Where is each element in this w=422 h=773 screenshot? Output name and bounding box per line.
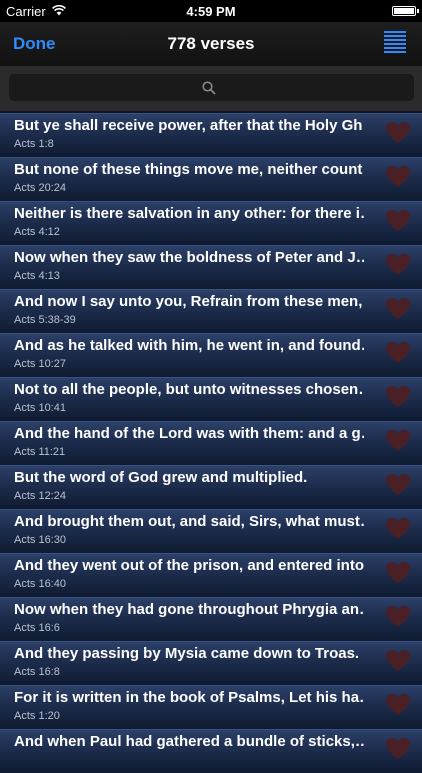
search-field[interactable] — [9, 74, 418, 103]
favorite-heart-icon[interactable] — [386, 650, 410, 672]
verse-row[interactable]: And the hand of the Lord was with them: … — [0, 421, 422, 465]
verse-text: Not to all the people, but unto witnesse… — [14, 381, 364, 398]
favorite-heart-icon[interactable] — [386, 342, 410, 364]
favorite-heart-icon[interactable] — [386, 254, 410, 276]
favorite-heart-icon[interactable] — [386, 606, 410, 628]
verse-text: And now I say unto you, Refrain from the… — [14, 293, 364, 310]
verse-reference: Acts 10:27 — [14, 358, 66, 370]
search-bar — [0, 66, 422, 111]
page-title: 778 verses — [167, 34, 255, 53]
verse-text: And brought them out, and said, Sirs, wh… — [14, 513, 364, 530]
verse-text: And when Paul had gathered a bundle of s… — [14, 733, 364, 750]
favorite-heart-icon[interactable] — [386, 518, 410, 540]
favorite-heart-icon[interactable] — [386, 298, 410, 320]
verse-reference: Acts 16:8 — [14, 666, 60, 678]
verse-reference: Acts 16:30 — [14, 534, 66, 546]
verse-row[interactable]: And now I say unto you, Refrain from the… — [0, 289, 422, 333]
battery-icon — [392, 6, 419, 16]
nav-bar: Done 778 verses — [0, 22, 422, 66]
favorite-heart-icon[interactable] — [386, 562, 410, 584]
verse-row[interactable]: But the word of God grew and multiplied.… — [0, 465, 422, 509]
verse-text: For it is written in the book of Psalms,… — [14, 689, 364, 706]
verse-row[interactable]: Not to all the people, but unto witnesse… — [0, 377, 422, 421]
verse-text: And they passing by Mysia came down to T… — [14, 645, 360, 662]
verse-reference: Acts 11:21 — [14, 446, 66, 458]
verse-list: But ye shall receive power, after that t… — [0, 113, 422, 773]
verse-text: But the word of God grew and multiplied. — [14, 469, 308, 486]
verse-row[interactable]: Now when they had gone throughout Phrygi… — [0, 597, 422, 641]
verse-row[interactable]: And when Paul had gathered a bundle of s… — [0, 729, 422, 773]
status-time: 4:59 PM — [186, 4, 236, 19]
verse-text: Now when they saw the boldness of Peter … — [14, 249, 364, 266]
verse-text: And as he talked with him, he went in, a… — [14, 337, 364, 354]
verse-reference: Acts 1:20 — [14, 710, 60, 722]
favorite-heart-icon[interactable] — [386, 210, 410, 232]
list-icon[interactable] — [384, 31, 406, 53]
status-bar: Carrier 4:59 PM — [0, 0, 422, 22]
verse-row[interactable]: Now when they saw the boldness of Peter … — [0, 245, 422, 289]
verse-row[interactable]: For it is written in the book of Psalms,… — [0, 685, 422, 729]
favorite-heart-icon[interactable] — [386, 694, 410, 716]
favorite-heart-icon[interactable] — [386, 474, 410, 496]
verse-reference: Acts 5:38-39 — [14, 314, 76, 326]
verse-row[interactable]: Neither is there salvation in any other:… — [0, 201, 422, 245]
verse-row[interactable]: And as he talked with him, he went in, a… — [0, 333, 422, 377]
verse-text: Now when they had gone throughout Phrygi… — [14, 601, 364, 618]
verse-reference: Acts 1:8 — [14, 138, 54, 150]
favorite-heart-icon[interactable] — [386, 738, 410, 760]
verse-row[interactable]: And they went out of the prison, and ent… — [0, 553, 422, 597]
search-icon — [202, 81, 216, 95]
verse-reference: Acts 10:41 — [14, 402, 66, 414]
verse-row[interactable]: But ye shall receive power, after that t… — [0, 113, 422, 157]
favorite-heart-icon[interactable] — [386, 386, 410, 408]
favorite-heart-icon[interactable] — [386, 166, 410, 188]
verse-text: But ye shall receive power, after that t… — [14, 117, 364, 134]
verse-reference: Acts 20:24 — [14, 182, 66, 194]
favorite-heart-icon[interactable] — [386, 430, 410, 452]
verse-reference: Acts 12:24 — [14, 490, 66, 502]
verse-text: But none of these things move me, neithe… — [14, 161, 364, 178]
verse-row[interactable]: And they passing by Mysia came down to T… — [0, 641, 422, 685]
verse-text: Neither is there salvation in any other:… — [14, 205, 364, 222]
favorite-heart-icon[interactable] — [386, 122, 410, 144]
verse-row[interactable]: And brought them out, and said, Sirs, wh… — [0, 509, 422, 553]
verse-text: And the hand of the Lord was with them: … — [14, 425, 364, 442]
verse-text: And they went out of the prison, and ent… — [14, 557, 364, 574]
verse-row[interactable]: But none of these things move me, neithe… — [0, 157, 422, 201]
verse-reference: Acts 16:6 — [14, 622, 60, 634]
verse-reference: Acts 4:13 — [14, 270, 60, 282]
verse-reference: Acts 16:40 — [14, 578, 66, 590]
verse-reference: Acts 4:12 — [14, 226, 60, 238]
